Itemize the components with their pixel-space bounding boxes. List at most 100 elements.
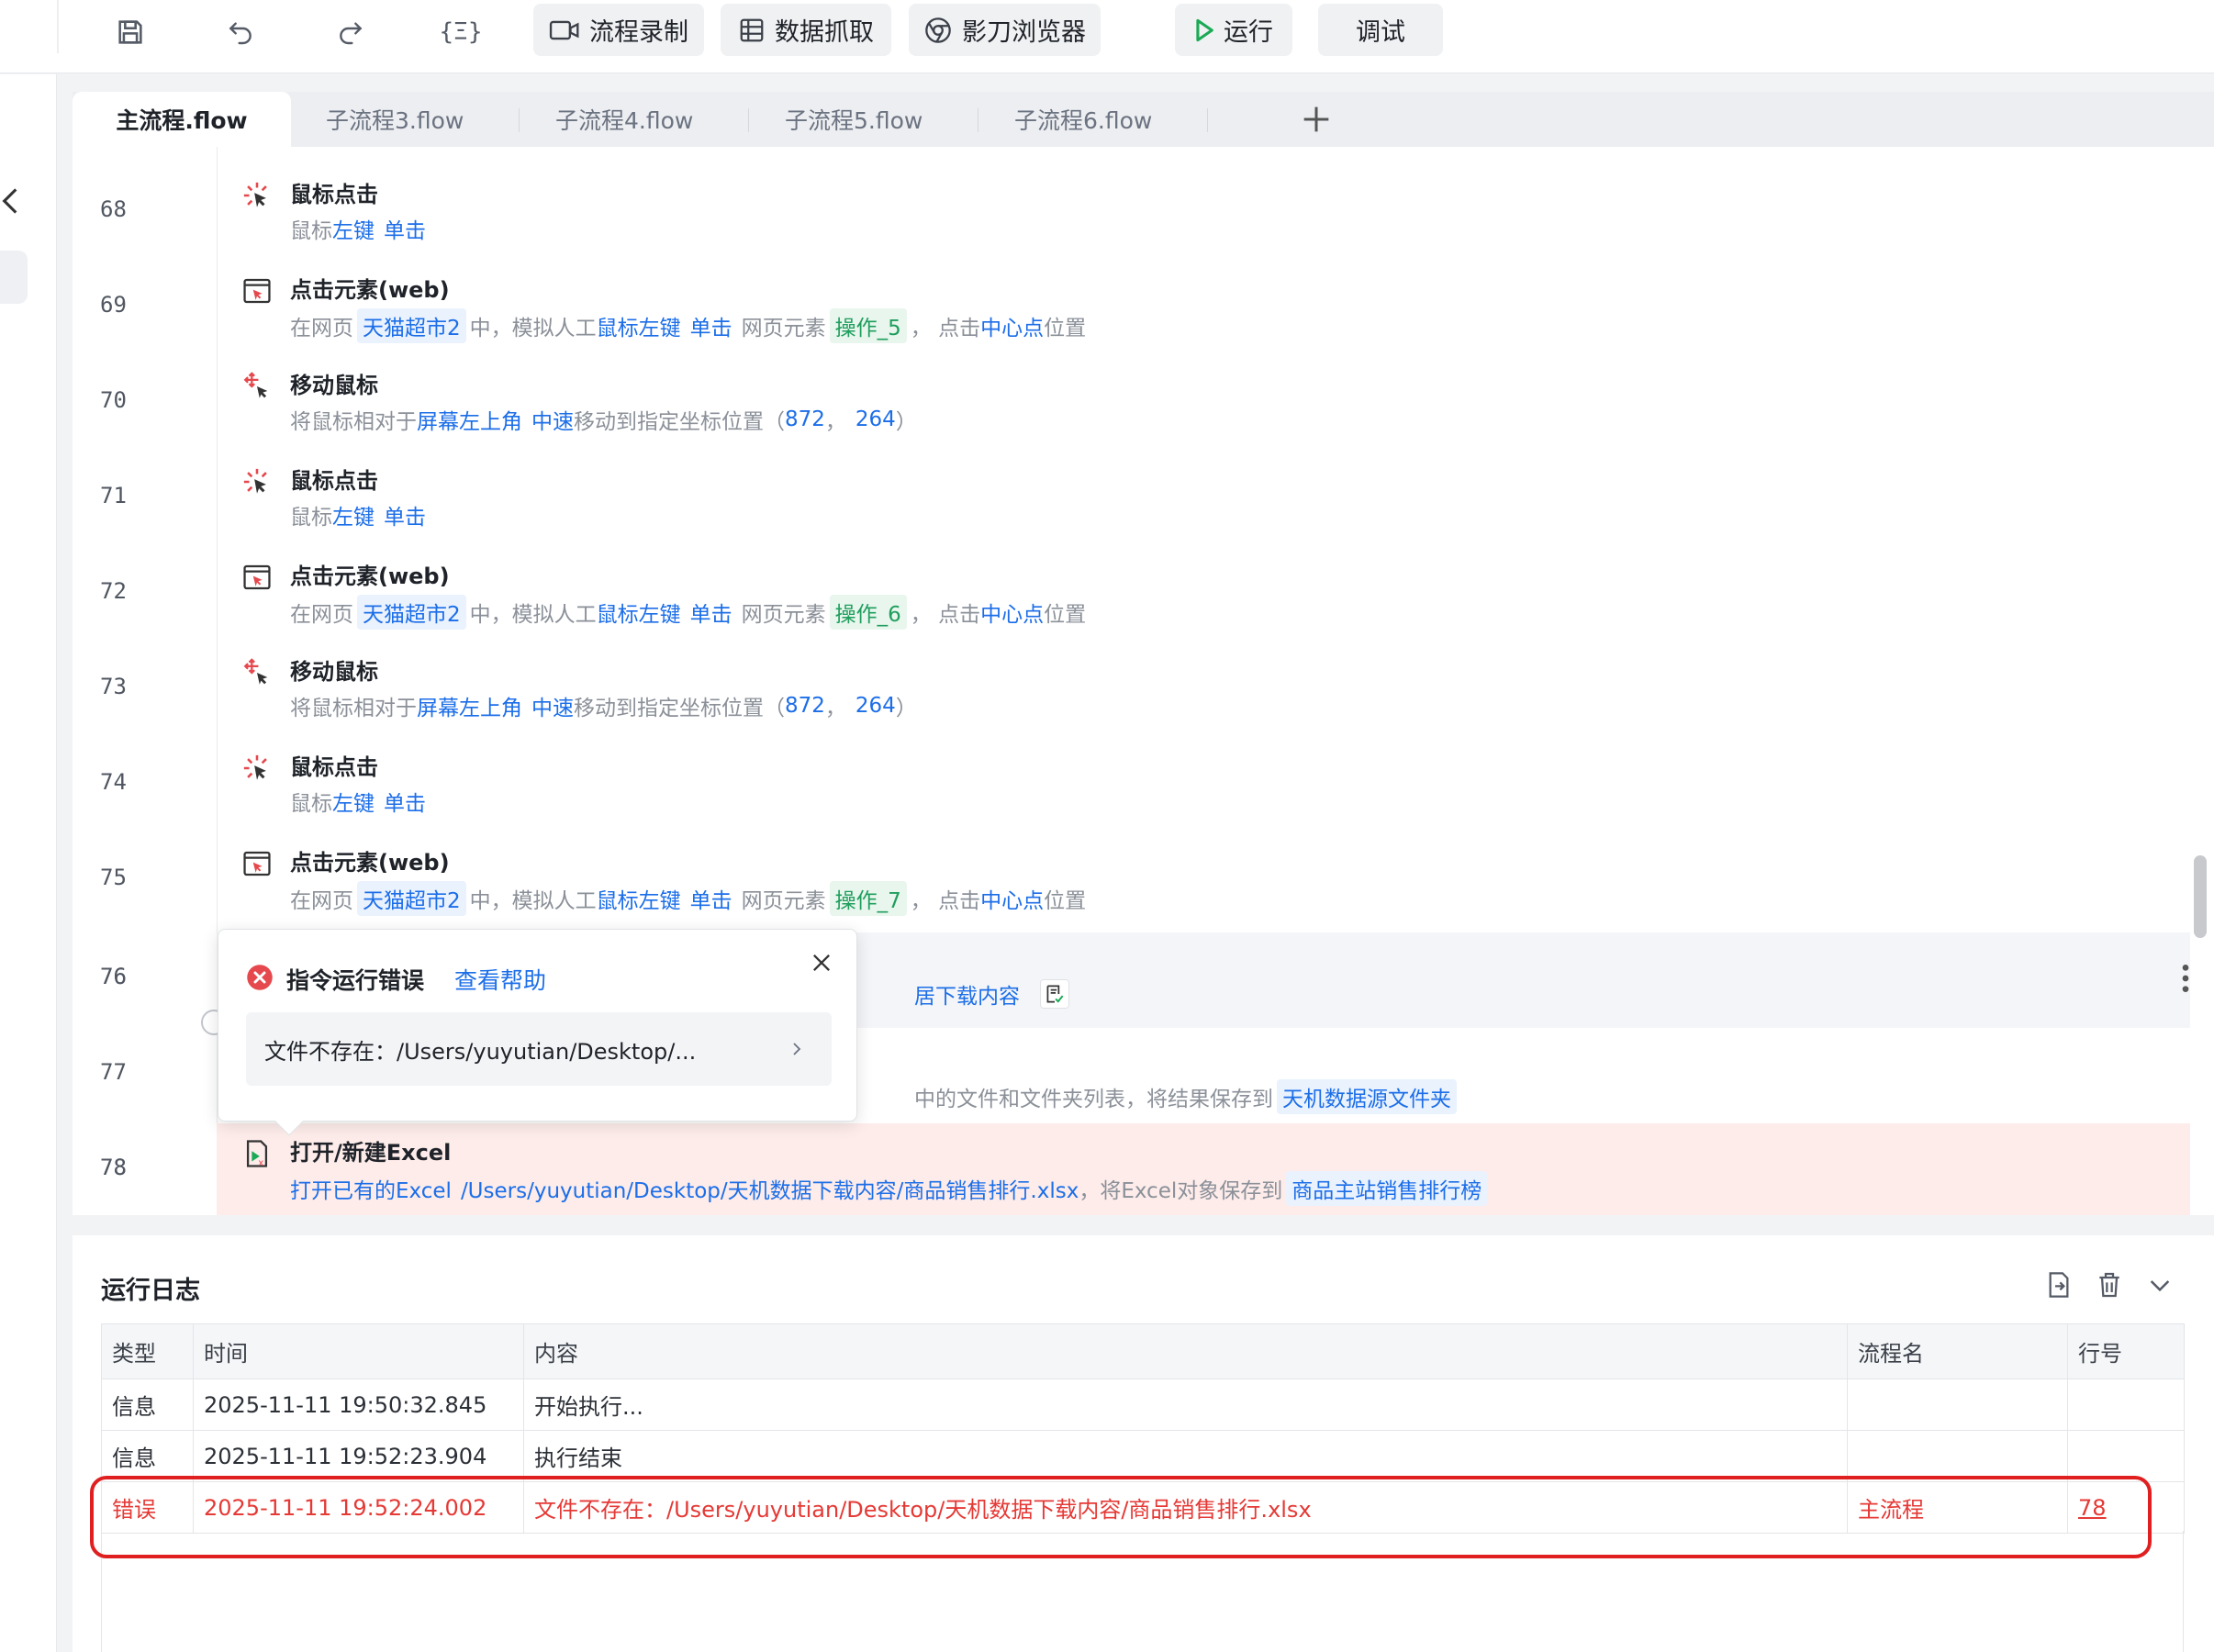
tab-separator (748, 108, 749, 132)
chevron-right-icon (793, 1043, 801, 1055)
trash-icon[interactable] (2095, 1270, 2124, 1300)
flow-record-label: 流程录制 (589, 18, 688, 47)
video-camera-icon (549, 20, 579, 39)
error-row-highlight-annotation (90, 1476, 2152, 1558)
redo-icon[interactable] (323, 9, 378, 55)
log-content: 开始执行... (523, 1379, 1848, 1431)
tab-subflow-4[interactable]: 子流程4.flow (555, 92, 693, 147)
tab-subflow-3[interactable]: 子流程3.flow (326, 92, 464, 147)
chevron-left-icon[interactable] (0, 183, 20, 219)
browser-button[interactable]: 影刀浏览器 (909, 4, 1101, 56)
save-icon[interactable] (103, 9, 158, 55)
line-number: 73 (100, 674, 127, 699)
step-title: 移动鼠标 (290, 373, 378, 398)
line-number: 69 (100, 292, 127, 318)
view-help-link[interactable]: 查看帮助 (454, 963, 546, 996)
popover-title: 指令运行错误 (286, 967, 425, 994)
run-log-title: 运行日志 (101, 1277, 200, 1305)
flow-step[interactable]: 68 鼠标点击 鼠标 左键 单击 (73, 165, 2214, 261)
top-toolbar: {Ξ} 流程录制 数据抓取 影刀浏览器 运行 调试 (0, 0, 2214, 73)
note-check-icon[interactable] (1040, 979, 1069, 1009)
step-title: 点击元素(web) (290, 850, 450, 876)
flow-step[interactable]: 74 鼠标点击 鼠标 左键 单击 (73, 738, 2214, 833)
error-message-row[interactable]: 文件不存在：/Users/yuyutian/Desktop/... (246, 1012, 832, 1086)
debug-button[interactable]: 调试 (1318, 4, 1443, 56)
step-title: 鼠标点击 (290, 182, 378, 207)
tab-subflow-6[interactable]: 子流程6.flow (1014, 92, 1152, 147)
line-number: 76 (100, 964, 127, 989)
undo-icon[interactable] (213, 9, 268, 55)
flow-step[interactable]: 75 点击元素(web) 在网页 天猫超市2 中，模拟人工 鼠标左键 单击 网页元素 操作_… (73, 833, 2214, 929)
excel-file-icon: x (246, 1140, 268, 1168)
left-panel-collapsed (0, 74, 57, 1652)
column-header-content[interactable]: 内容 (523, 1323, 1848, 1379)
mouse-click-icon (243, 754, 267, 780)
flow-step[interactable]: 73 移动鼠标 将鼠标相对于 屏幕左上角 中速 移动到指定坐标位置（ 872， 264） (73, 642, 2214, 738)
tab-separator (519, 108, 520, 132)
column-header-line[interactable]: 行号 (2067, 1323, 2185, 1379)
debug-label: 调试 (1356, 18, 1405, 47)
more-vertical-icon[interactable] (2181, 960, 2190, 997)
log-type: 信息 (101, 1430, 194, 1482)
column-header-type[interactable]: 类型 (101, 1323, 194, 1379)
close-icon[interactable] (809, 950, 834, 976)
step-description: 在网页 天猫超市2 中，模拟人工 鼠标左键 单击 网页元素 操作_6， 点击 中心点 位置 (290, 595, 1086, 630)
column-header-time[interactable]: 时间 (193, 1323, 524, 1379)
variables-icon[interactable]: {Ξ} (433, 9, 488, 55)
line-number: 78 (100, 1155, 127, 1180)
step-description: 鼠标 左键 单击 (290, 792, 426, 816)
flow-step[interactable]: 72 点击元素(web) 在网页 天猫超市2 中，模拟人工 鼠标左键 单击 网页元素 操作_… (73, 547, 2214, 642)
flow-step-error[interactable]: 78 x 打开/新建Excel 打开已有的Excel/Users/yuyutia… (100, 1123, 2190, 1215)
log-type: 信息 (101, 1379, 194, 1431)
tab-main-flow[interactable]: 主流程.flow (73, 92, 291, 147)
mouse-click-icon (243, 182, 267, 207)
error-message: 文件不存在：/Users/yuyutian/Desktop/... (264, 1038, 697, 1065)
step-description: 在网页 天猫超市2 中，模拟人工 鼠标左键 单击 网页元素 操作_5， 点击 中心点 位置 (290, 308, 1086, 343)
step-description: 在网页 天猫超市2 中，模拟人工 鼠标左键 单击 网页元素 操作_7， 点击 中心点 位置 (290, 881, 1086, 916)
log-content: 执行结束 (523, 1430, 1848, 1482)
data-scrape-button[interactable]: 数据抓取 (721, 4, 891, 56)
step-description: 居下载内容 (914, 978, 1069, 1010)
mouse-click-icon (243, 468, 267, 494)
step-description: 鼠标 左键 单击 (290, 219, 426, 243)
toolbar-divider (57, 0, 59, 53)
export-log-icon[interactable] (2044, 1270, 2074, 1300)
flow-tabs: 主流程.flow 子流程3.flow 子流程4.flow 子流程5.flow 子… (73, 92, 2214, 147)
chevron-down-icon[interactable] (2145, 1270, 2175, 1300)
log-time: 2025-11-11 19:50:32.845 (193, 1379, 524, 1431)
flow-step[interactable]: 71 鼠标点击 鼠标 左键 单击 (73, 452, 2214, 547)
flow-step[interactable]: 70 移动鼠标 将鼠标相对于 屏幕左上角 中速 移动到指定坐标位置（ 872， 264） (73, 356, 2214, 452)
add-tab-icon[interactable] (1298, 101, 1335, 138)
column-header-flow[interactable]: 流程名 (1847, 1323, 2068, 1379)
step-title: 鼠标点击 (290, 468, 378, 494)
chrome-icon (925, 17, 951, 43)
play-icon (1196, 18, 1213, 41)
table-header-row: 类型 时间 内容 流程名 行号 (101, 1323, 2185, 1379)
log-line (2067, 1379, 2185, 1431)
run-button[interactable]: 运行 (1175, 4, 1292, 56)
line-number: 77 (100, 1059, 127, 1085)
log-flow (1847, 1379, 2068, 1431)
web-element-click-icon (243, 278, 271, 304)
move-mouse-icon (243, 658, 268, 685)
error-circle-icon (247, 965, 273, 990)
table-row[interactable]: 信息 2025-11-11 19:52:23.904 执行结束 (101, 1430, 2185, 1482)
step-title: 点击元素(web) (290, 277, 450, 303)
line-number: 71 (100, 483, 127, 508)
web-element-click-icon (243, 851, 271, 876)
run-label: 运行 (1224, 18, 1273, 47)
step-description: 中的文件和文件夹列表，将结果保存到 天机数据源文件夹 (914, 1079, 1460, 1114)
table-row[interactable]: 信息 2025-11-11 19:50:32.845 开始执行... (101, 1379, 2185, 1431)
panel-handle[interactable] (0, 251, 28, 304)
data-scrape-label: 数据抓取 (775, 18, 874, 47)
tab-subflow-5[interactable]: 子流程5.flow (785, 92, 922, 147)
line-number: 75 (100, 865, 127, 890)
flow-record-button[interactable]: 流程录制 (533, 4, 704, 56)
step-description: 将鼠标相对于 屏幕左上角 中速 移动到指定坐标位置（ 872， 264） (290, 407, 917, 434)
log-line (2067, 1430, 2185, 1482)
flow-step[interactable]: 69 点击元素(web) 在网页 天猫超市2 中，模拟人工 鼠标左键 单击 网页元素 操作_… (73, 261, 2214, 356)
run-log-panel: 运行日志 类型 时间 内容 流程名 行号 信息 2025-11-11 19:50… (73, 1235, 2214, 1652)
step-title: 鼠标点击 (290, 754, 378, 780)
editor-scrollbar[interactable] (2194, 855, 2207, 938)
step-title: 移动鼠标 (290, 659, 378, 685)
